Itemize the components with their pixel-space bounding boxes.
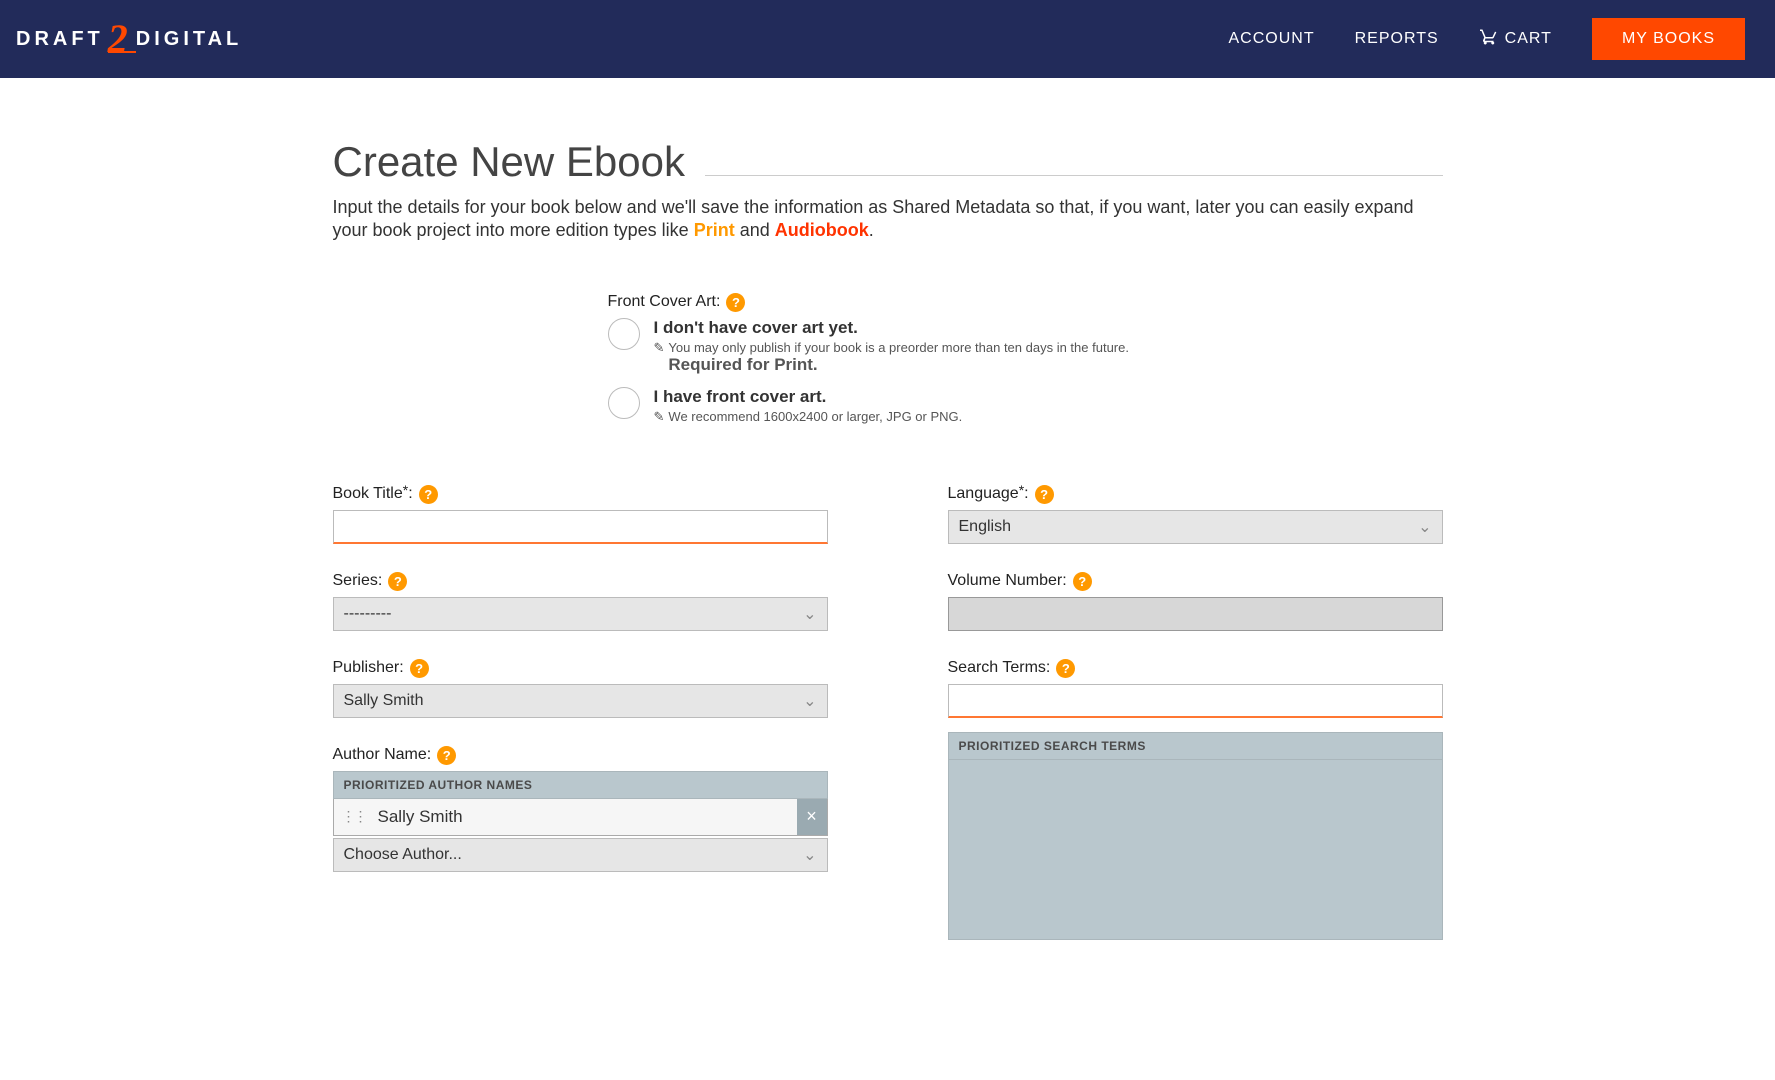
series-label: Series: ? — [333, 572, 828, 591]
series-select[interactable]: --------- ⌄ — [333, 597, 828, 631]
radio-no-cover-text: I don't have cover art yet. ✎ You may on… — [654, 318, 1168, 375]
language-select[interactable]: English ⌄ — [948, 510, 1443, 544]
logo-text-right: DIGITAL — [136, 28, 243, 51]
note-icon: ✎ — [654, 409, 665, 425]
search-terms-panel-header: PRIORITIZED SEARCH TERMS — [948, 732, 1443, 760]
help-icon[interactable]: ? — [726, 293, 745, 312]
help-icon[interactable]: ? — [437, 746, 456, 765]
nav-cart[interactable]: CART — [1479, 28, 1552, 51]
choose-author-label: Choose Author... — [344, 846, 462, 864]
logo-numeral: 2 — [106, 19, 134, 59]
logo-text-left: DRAFT — [16, 28, 104, 51]
publisher-select[interactable]: Sally Smith ⌄ — [333, 684, 828, 718]
nav-links: ACCOUNT REPORTS CART MY BOOKS — [1229, 18, 1746, 60]
radio-have-cover-text: I have front cover art. ✎ We recommend 1… — [654, 387, 963, 425]
publisher-value: Sally Smith — [344, 692, 424, 710]
radio-no-cover-sub: You may only publish if your book is a p… — [668, 340, 1167, 375]
radio-have-cover-title: I have front cover art. — [654, 387, 827, 406]
volume-number-label: Volume Number: ? — [948, 572, 1443, 591]
radio-no-cover[interactable] — [608, 318, 640, 350]
drag-handle-icon[interactable]: ⋮⋮ — [334, 808, 374, 825]
chevron-down-icon: ⌄ — [803, 604, 816, 624]
author-item-name: Sally Smith — [374, 799, 797, 835]
help-icon[interactable]: ? — [410, 659, 429, 678]
help-icon[interactable]: ? — [388, 572, 407, 591]
logo[interactable]: DRAFT 2 DIGITAL — [16, 19, 242, 59]
chevron-down-icon: ⌄ — [803, 691, 816, 711]
author-name-label: Author Name: ? — [333, 746, 828, 765]
note-icon: ✎ — [654, 340, 665, 356]
help-icon[interactable]: ? — [1035, 485, 1054, 504]
nav-cart-label: CART — [1505, 30, 1552, 48]
my-books-button[interactable]: MY BOOKS — [1592, 18, 1745, 60]
intro-text: Input the details for your book below an… — [333, 196, 1443, 243]
page-title: Create New Ebook — [333, 138, 1443, 186]
search-terms-panel — [948, 760, 1443, 940]
intro-and: and — [735, 220, 775, 240]
radio-have-cover-sub: We recommend 1600x2400 or larger, JPG or… — [668, 409, 962, 424]
help-icon[interactable]: ? — [1056, 659, 1075, 678]
intro-audio: Audiobook — [775, 220, 869, 240]
language-label: Language*: ? — [948, 485, 1443, 504]
author-list-item[interactable]: ⋮⋮ Sally Smith × — [333, 799, 828, 836]
remove-author-button[interactable]: × — [797, 799, 827, 835]
cart-icon — [1479, 28, 1499, 51]
radio-have-cover[interactable] — [608, 387, 640, 419]
publisher-label: Publisher: ? — [333, 659, 828, 678]
intro-post: . — [869, 220, 874, 240]
choose-author-select[interactable]: Choose Author... ⌄ — [333, 838, 828, 872]
volume-number-input[interactable] — [948, 597, 1443, 631]
help-icon[interactable]: ? — [1073, 572, 1092, 591]
title-divider — [705, 175, 1442, 176]
radio-no-cover-title: I don't have cover art yet. — [654, 318, 858, 337]
page-title-text: Create New Ebook — [333, 138, 686, 186]
book-title-input[interactable] — [333, 510, 828, 544]
nav-reports[interactable]: REPORTS — [1355, 30, 1439, 48]
cover-art-label-text: Front Cover Art: — [608, 293, 721, 311]
book-title-label: Book Title*: ? — [333, 485, 828, 504]
intro-print: Print — [694, 220, 735, 240]
search-terms-label: Search Terms: ? — [948, 659, 1443, 678]
cover-art-label: Front Cover Art: ? — [608, 293, 1168, 312]
series-value: --------- — [344, 605, 392, 623]
top-nav: DRAFT 2 DIGITAL ACCOUNT REPORTS CART MY … — [0, 0, 1775, 78]
author-panel-header: PRIORITIZED AUTHOR NAMES — [333, 771, 828, 799]
language-value: English — [959, 518, 1011, 536]
nav-account[interactable]: ACCOUNT — [1229, 30, 1315, 48]
search-terms-input[interactable] — [948, 684, 1443, 718]
chevron-down-icon: ⌄ — [803, 845, 816, 865]
chevron-down-icon: ⌄ — [1418, 517, 1431, 537]
help-icon[interactable]: ? — [419, 485, 438, 504]
